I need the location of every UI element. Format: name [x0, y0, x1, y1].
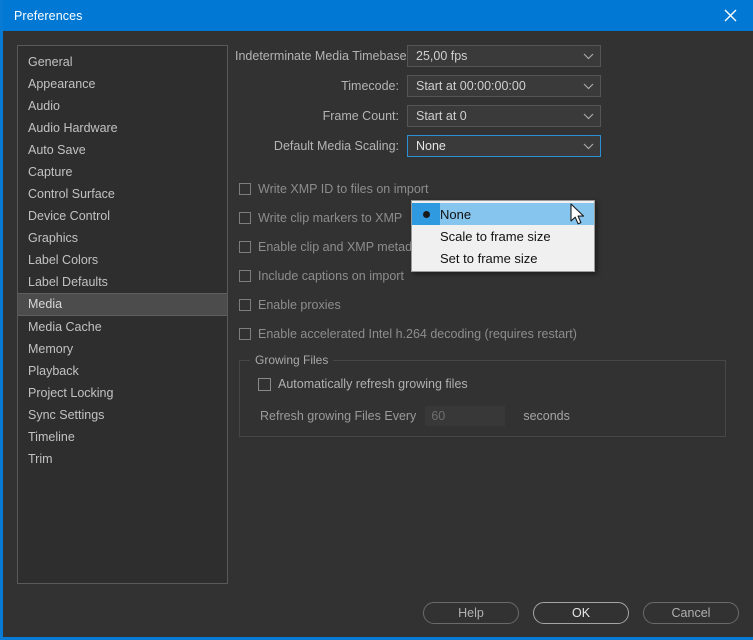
- seconds-label: seconds: [523, 409, 570, 423]
- sidebar-item-project-locking[interactable]: Project Locking: [18, 382, 227, 404]
- sidebar-item-graphics[interactable]: Graphics: [18, 227, 227, 249]
- form-row: Indeterminate Media Timebase: 25,00 fps: [235, 45, 739, 67]
- checkbox-label: Write clip markers to XMP: [258, 211, 403, 225]
- refresh-interval-input[interactable]: [425, 406, 506, 426]
- sidebar-item-auto-save[interactable]: Auto Save: [18, 139, 227, 161]
- sidebar-item-sync-settings[interactable]: Sync Settings: [18, 404, 227, 426]
- field-label: Frame Count:: [322, 109, 399, 123]
- checkbox-row[interactable]: Enable accelerated Intel h.264 decoding …: [239, 325, 577, 343]
- checkbox-row[interactable]: Include captions on import: [239, 267, 404, 285]
- checkbox-row[interactable]: Write XMP ID to files on import: [239, 180, 428, 198]
- growing-files-title: Growing Files: [250, 353, 334, 367]
- form-row: Timecode: Start at 00:00:00:00: [235, 75, 739, 97]
- chevron-down-icon: [583, 53, 594, 60]
- radio-bullet-icon: [422, 210, 430, 218]
- checkbox[interactable]: [239, 212, 251, 224]
- dropdown-option[interactable]: None: [412, 203, 594, 225]
- dialog-body: General Appearance Audio Audio Hardware Auto…: [3, 31, 753, 637]
- dropdown-option[interactable]: Scale to frame size: [412, 225, 594, 247]
- ok-button[interactable]: OK: [533, 602, 629, 624]
- checkbox-label: Enable accelerated Intel h.264 decoding …: [258, 327, 577, 341]
- auto-refresh-row[interactable]: Automatically refresh growing files: [258, 377, 468, 391]
- sidebar-item-label-colors[interactable]: Label Colors: [18, 249, 227, 271]
- sidebar-item-memory[interactable]: Memory: [18, 338, 227, 360]
- settings-pane: Indeterminate Media Timebase: 25,00 fps Ti…: [235, 45, 739, 623]
- category-list[interactable]: General Appearance Audio Audio Hardware Auto…: [17, 45, 228, 584]
- refresh-interval-row: Refresh growing Files Every seconds: [260, 406, 570, 426]
- dialog-buttons: Help OK Cancel: [423, 602, 739, 624]
- sidebar-item-playback[interactable]: Playback: [18, 360, 227, 382]
- media-scaling-dropdown-menu[interactable]: None Scale to frame size Set to frame size: [411, 200, 595, 272]
- select-value: 25,00 fps: [416, 49, 468, 63]
- checkbox-row[interactable]: Enable proxies: [239, 296, 341, 314]
- sidebar-item-capture[interactable]: Capture: [18, 161, 227, 183]
- close-icon: [724, 9, 737, 22]
- checkbox-label: Include captions on import: [258, 269, 404, 283]
- form-row: Default Media Scaling: None: [235, 135, 739, 157]
- select-value: Start at 00:00:00:00: [416, 79, 526, 93]
- select-value: None: [416, 139, 446, 153]
- select-frame-count[interactable]: Start at 0: [407, 105, 601, 127]
- radio-indicator: [412, 203, 440, 225]
- sidebar-item-label-defaults[interactable]: Label Defaults: [18, 271, 227, 293]
- sidebar-item-device-control[interactable]: Device Control: [18, 205, 227, 227]
- auto-refresh-label: Automatically refresh growing files: [278, 377, 468, 391]
- checkbox[interactable]: [239, 183, 251, 195]
- checkbox-label: Write XMP ID to files on import: [258, 182, 429, 196]
- sidebar-item-trim[interactable]: Trim: [18, 448, 227, 470]
- chevron-down-icon: [583, 113, 594, 120]
- field-label: Default Media Scaling:: [273, 139, 399, 153]
- help-button[interactable]: Help: [423, 602, 519, 624]
- cancel-button[interactable]: Cancel: [643, 602, 739, 624]
- checkbox-label: Enable proxies: [258, 298, 341, 312]
- field-label: Timecode:: [341, 79, 399, 93]
- sidebar-item-general[interactable]: General: [18, 51, 227, 73]
- chevron-down-icon: [583, 83, 594, 90]
- checkbox[interactable]: [239, 241, 251, 253]
- dropdown-option[interactable]: Set to frame size: [412, 247, 594, 269]
- form-row: Frame Count: Start at 0: [235, 105, 739, 127]
- checkbox[interactable]: [239, 299, 251, 311]
- checkbox[interactable]: [239, 328, 251, 340]
- dropdown-option-label: None: [440, 206, 472, 222]
- auto-refresh-checkbox[interactable]: [258, 377, 271, 391]
- field-label: Indeterminate Media Timebase:: [235, 49, 411, 63]
- checkbox-row[interactable]: Write clip markers to XMP: [239, 209, 402, 227]
- sidebar-item-audio-hardware[interactable]: Audio Hardware: [18, 117, 227, 139]
- sidebar-item-timeline[interactable]: Timeline: [18, 426, 227, 448]
- select-default-media-scaling[interactable]: None: [407, 135, 601, 157]
- title-bar: Preferences: [3, 0, 753, 31]
- growing-files-group: Growing Files Automatically refresh grow…: [239, 353, 726, 437]
- sidebar-item-audio[interactable]: Audio: [18, 95, 227, 117]
- sidebar-item-control-surface[interactable]: Control Surface: [18, 183, 227, 205]
- sidebar-item-media-cache[interactable]: Media Cache: [18, 316, 227, 338]
- dropdown-option-label: Scale to frame size: [440, 228, 551, 244]
- select-value: Start at 0: [416, 109, 467, 123]
- close-button[interactable]: [707, 0, 753, 31]
- refresh-interval-label: Refresh growing Files Every: [260, 409, 417, 423]
- sidebar-item-media[interactable]: Media: [18, 293, 227, 316]
- sidebar-item-appearance[interactable]: Appearance: [18, 73, 227, 95]
- dropdown-option-label: Set to frame size: [440, 250, 538, 266]
- window-title: Preferences: [14, 8, 83, 23]
- chevron-down-icon: [583, 143, 594, 150]
- select-timecode[interactable]: Start at 00:00:00:00: [407, 75, 601, 97]
- checkbox[interactable]: [239, 270, 251, 282]
- select-indeterminate-media-timebase[interactable]: 25,00 fps: [407, 45, 601, 67]
- preferences-dialog: Preferences General Appearance Audio Audio …: [0, 0, 753, 640]
